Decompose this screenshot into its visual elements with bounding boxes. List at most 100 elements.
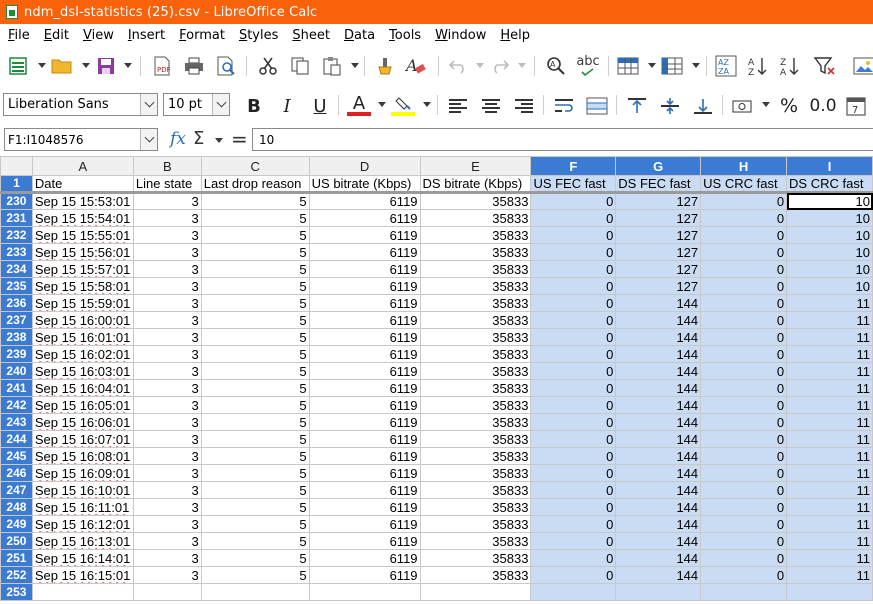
cell-g[interactable]: 144 xyxy=(615,311,702,329)
cell-h[interactable] xyxy=(700,583,788,601)
cell-d[interactable]: 6119 xyxy=(308,209,421,227)
cell-g[interactable]: 144 xyxy=(615,328,702,346)
cell-h[interactable]: 0 xyxy=(700,515,788,533)
cell-b[interactable]: 3 xyxy=(132,328,202,346)
header-cell-us-bitrate[interactable]: US bitrate (Kbps) xyxy=(308,175,421,194)
row-header[interactable]: 1 xyxy=(0,175,33,194)
cell-a[interactable]: Sep 15 16:12:01 xyxy=(31,515,134,533)
cell-d[interactable]: 6119 xyxy=(308,481,421,499)
cell-f[interactable]: 0 xyxy=(530,447,617,465)
cell-f[interactable]: 0 xyxy=(530,345,617,363)
column-header[interactable]: C xyxy=(200,156,310,176)
align-top-icon[interactable] xyxy=(624,94,650,118)
chevron-down-icon[interactable] xyxy=(140,129,157,150)
cell-a[interactable]: Sep 15 15:59:01 xyxy=(31,294,134,312)
cell-h[interactable]: 0 xyxy=(700,566,788,584)
cell-f[interactable]: 0 xyxy=(530,464,617,482)
cell-a[interactable]: Sep 15 16:13:01 xyxy=(31,532,134,550)
cell-f[interactable]: 0 xyxy=(530,209,617,227)
cell-b[interactable]: 3 xyxy=(132,447,202,465)
column-header[interactable]: H xyxy=(700,156,788,176)
row-header[interactable]: 235 xyxy=(0,277,33,295)
row-header[interactable]: 238 xyxy=(0,328,33,346)
highlight-dropdown-icon[interactable] xyxy=(423,102,431,107)
cell-c[interactable]: 5 xyxy=(200,515,310,533)
row-header[interactable]: 240 xyxy=(0,362,33,380)
decimal-format-button[interactable]: 0.0 xyxy=(807,94,839,118)
find-replace-icon[interactable]: A xyxy=(544,54,568,78)
export-pdf-icon[interactable]: PDF xyxy=(150,54,174,78)
row-header[interactable]: 251 xyxy=(0,549,33,567)
column-header[interactable]: I xyxy=(786,156,873,176)
cell-g[interactable]: 144 xyxy=(615,379,702,397)
cell-a[interactable]: Sep 15 16:05:01 xyxy=(31,396,134,414)
chevron-down-icon[interactable] xyxy=(212,94,229,115)
row-dropdown-icon[interactable] xyxy=(648,63,656,68)
clone-formatting-icon[interactable] xyxy=(372,54,396,78)
cell-a[interactable] xyxy=(31,583,134,601)
header-cell-last-drop-reason[interactable]: Last drop reason xyxy=(200,175,310,194)
cell-a[interactable]: Sep 15 16:06:01 xyxy=(31,413,134,431)
cell-d[interactable]: 6119 xyxy=(308,226,421,244)
cell-c[interactable]: 5 xyxy=(200,226,310,244)
column-dropdown-icon[interactable] xyxy=(692,63,700,68)
autofilter-icon[interactable] xyxy=(812,54,836,78)
cell-d[interactable] xyxy=(308,583,421,601)
cell-a[interactable]: Sep 15 16:00:01 xyxy=(31,311,134,329)
new-dropdown-icon[interactable] xyxy=(38,63,46,68)
cell-a[interactable]: Sep 15 16:03:01 xyxy=(31,362,134,380)
formula-equals-icon[interactable]: = xyxy=(231,127,248,151)
cell-i[interactable]: 11 xyxy=(786,362,873,380)
cell-a[interactable]: Sep 15 16:01:01 xyxy=(31,328,134,346)
cell-a[interactable]: Sep 15 16:02:01 xyxy=(31,345,134,363)
cell-c[interactable]: 5 xyxy=(200,192,310,210)
wrap-text-icon[interactable] xyxy=(551,94,577,118)
cell-i[interactable]: 11 xyxy=(786,566,873,584)
currency-dropdown-icon[interactable] xyxy=(762,102,770,107)
row-icon[interactable] xyxy=(616,54,640,78)
align-middle-icon[interactable] xyxy=(657,94,683,118)
cell-g[interactable]: 127 xyxy=(615,277,702,295)
cell-e[interactable]: 35833 xyxy=(419,260,532,278)
paste-dropdown-icon[interactable] xyxy=(351,63,359,68)
row-header[interactable]: 246 xyxy=(0,464,33,482)
cell-g[interactable]: 127 xyxy=(615,192,702,210)
sum-icon[interactable]: Σ xyxy=(193,128,204,150)
menu-format[interactable]: Format xyxy=(173,28,231,43)
cell-d[interactable]: 6119 xyxy=(308,192,421,210)
cell-d[interactable]: 6119 xyxy=(308,549,421,567)
cell-g[interactable]: 144 xyxy=(615,447,702,465)
cell-h[interactable]: 0 xyxy=(700,464,788,482)
cell-f[interactable]: 0 xyxy=(530,362,617,380)
cell-d[interactable]: 6119 xyxy=(308,379,421,397)
cell-b[interactable]: 3 xyxy=(132,362,202,380)
cell-c[interactable]: 5 xyxy=(200,413,310,431)
cell-c[interactable]: 5 xyxy=(200,430,310,448)
cell-e[interactable]: 35833 xyxy=(419,328,532,346)
row-header[interactable]: 230 xyxy=(0,192,33,210)
menu-edit[interactable]: Edit xyxy=(38,28,75,43)
spelling-icon[interactable]: abc xyxy=(576,54,600,78)
cell-b[interactable]: 3 xyxy=(132,498,202,516)
cell-f[interactable]: 0 xyxy=(530,328,617,346)
cell-b[interactable]: 3 xyxy=(132,532,202,550)
menu-help[interactable]: Help xyxy=(494,28,536,43)
cell-h[interactable]: 0 xyxy=(700,192,788,210)
cell-e[interactable]: 35833 xyxy=(419,396,532,414)
cell-h[interactable]: 0 xyxy=(700,498,788,516)
cell-i[interactable]: 10 xyxy=(786,192,873,210)
cell-i[interactable] xyxy=(786,583,873,601)
cell-e[interactable]: 35833 xyxy=(419,464,532,482)
cell-a[interactable]: Sep 15 15:54:01 xyxy=(31,209,134,227)
cell-g[interactable]: 144 xyxy=(615,532,702,550)
chevron-down-icon[interactable] xyxy=(140,94,157,115)
clear-formatting-icon[interactable]: A xyxy=(404,54,428,78)
cell-b[interactable] xyxy=(132,583,202,601)
cell-b[interactable]: 3 xyxy=(132,243,202,261)
cell-f[interactable]: 0 xyxy=(530,396,617,414)
cell-i[interactable]: 10 xyxy=(786,243,873,261)
cell-h[interactable]: 0 xyxy=(700,362,788,380)
cell-c[interactable]: 5 xyxy=(200,260,310,278)
cell-b[interactable]: 3 xyxy=(132,549,202,567)
date-format-icon[interactable]: 7 xyxy=(843,94,869,118)
